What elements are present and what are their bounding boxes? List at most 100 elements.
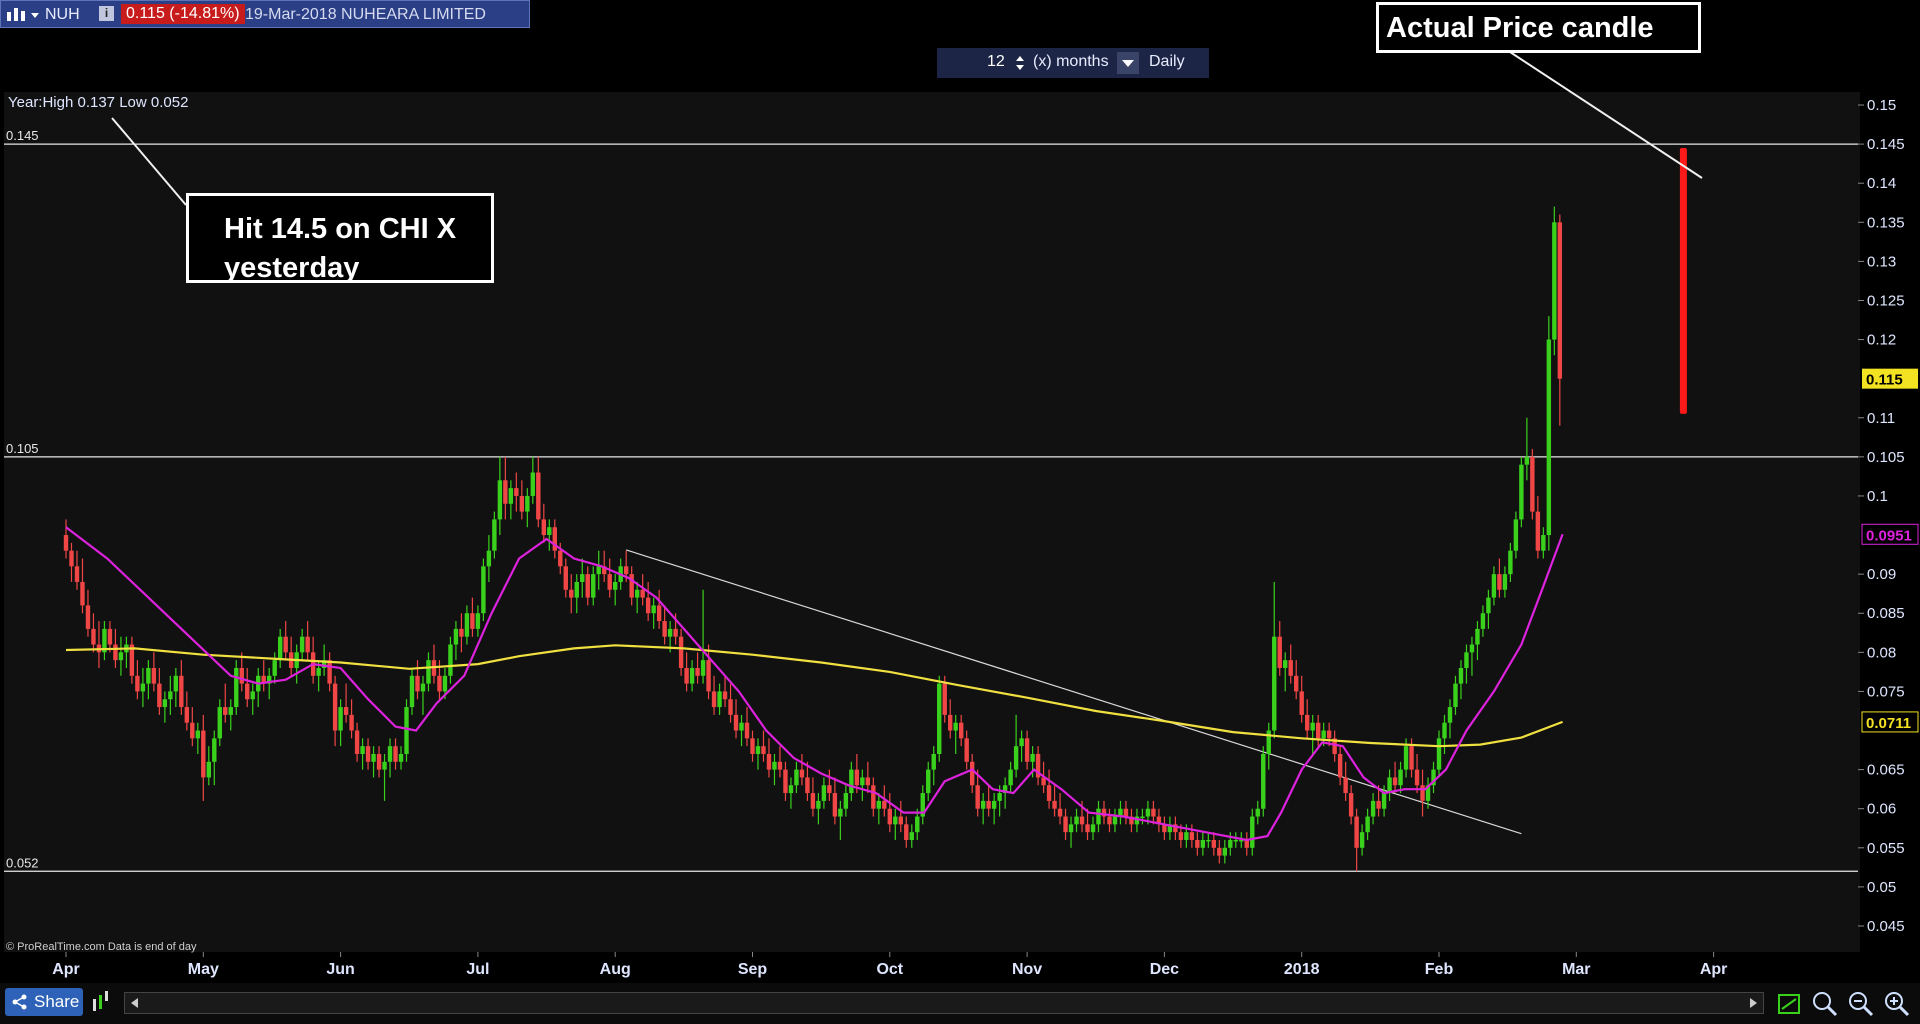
candle-body-160: [942, 683, 947, 715]
candle-body-216: [1250, 816, 1255, 848]
candle-body-129: [772, 761, 777, 770]
candle-body-220: [1272, 636, 1277, 731]
candle-body-65: [420, 683, 426, 692]
candle-body-56: [371, 753, 376, 762]
candle-body-25: [201, 730, 206, 778]
candle-body-163: [958, 722, 964, 739]
candle-body-253: [1453, 683, 1458, 708]
candle-body-188: [1096, 808, 1101, 825]
candle-body-88: [547, 527, 552, 536]
candle-body-68: [437, 675, 442, 692]
candle-body-262: [1502, 574, 1508, 590]
candle-body-226: [1304, 714, 1310, 731]
candle-body-119: [717, 691, 722, 708]
zoom-in-icon[interactable]: [1882, 989, 1910, 1017]
zoom-fit-icon[interactable]: [1810, 989, 1838, 1017]
candle-body-62: [404, 707, 409, 754]
credit-text: © ProRealTime.com Data is end of day: [6, 941, 197, 953]
candle-body-164: [964, 738, 969, 762]
candle-body-87: [541, 519, 547, 536]
candle-body-250: [1436, 738, 1442, 770]
candle-body-76: [481, 566, 486, 614]
candle-body-44: [305, 636, 310, 653]
candle-body-106: [645, 597, 651, 614]
x-tick-label-12: Apr: [1700, 961, 1728, 978]
candle-body-22: [184, 707, 190, 723]
candle-body-255: [1464, 652, 1469, 668]
candle-body-113: [684, 667, 689, 684]
candle-body-168: [986, 800, 991, 809]
scroll-right-icon[interactable]: [1747, 997, 1759, 1009]
candle-body-139: [827, 785, 832, 794]
candle-body-167: [980, 800, 986, 809]
candle-body-170: [997, 793, 1002, 801]
candle-body-39: [277, 636, 283, 661]
y-tick-label-17: 0.13: [1867, 253, 1896, 270]
candle-body-59: [387, 746, 393, 762]
y-tick-label-0: 0.045: [1867, 918, 1905, 935]
y-tick-label-7: 0.08: [1867, 644, 1896, 661]
share-button[interactable]: Share: [5, 988, 83, 1016]
bottom-toolbar: Share: [0, 983, 1920, 1024]
hline-label-2: 0.052: [6, 855, 39, 870]
candle-body-256: [1469, 644, 1475, 653]
candle-body-50: [338, 707, 343, 731]
chart-window-icon[interactable]: [1776, 989, 1804, 1017]
candle-body-215: [1244, 839, 1249, 848]
candle-body-136: [810, 793, 816, 809]
candle-body-251: [1442, 722, 1447, 739]
y-tick-label-9: 0.09: [1867, 566, 1896, 583]
candle-body-172: [1008, 769, 1013, 786]
candle-body-14: [140, 683, 146, 692]
candle-body-266: [1524, 456, 1530, 465]
candle-body-132: [788, 785, 794, 794]
candle-body-66: [426, 660, 431, 684]
candle-body-222: [1283, 660, 1288, 668]
candle-body-247: [1420, 785, 1425, 801]
annotation-actual-candle-label: Actual Price candle: [1386, 12, 1654, 44]
candle-body-152: [898, 816, 903, 825]
candle-body-75: [475, 613, 481, 629]
candle-body-238: [1370, 800, 1376, 817]
candle-body-153: [904, 824, 909, 840]
zoom-out-icon[interactable]: [1846, 989, 1874, 1017]
candle-body-196: [1140, 816, 1145, 819]
candle-body-209: [1211, 839, 1217, 848]
candle-body-99: [607, 574, 612, 590]
candle-body-63: [409, 675, 415, 708]
candle-body-4: [85, 605, 91, 629]
candle-body-51: [343, 707, 349, 715]
share-icon: [12, 994, 27, 1010]
candle-body-147: [871, 785, 876, 809]
candle-body-18: [162, 699, 168, 708]
candle-body-30: [228, 707, 233, 715]
y-tick-label-12: 0.105: [1867, 449, 1905, 466]
candles: [63, 206, 1563, 872]
candle-body-151: [893, 816, 898, 825]
y-tick-label-8: 0.085: [1867, 605, 1905, 622]
candle-body-58: [382, 761, 387, 770]
candle-body-100: [613, 581, 618, 590]
scroll-left-icon[interactable]: [129, 997, 141, 1009]
chart-scrollbar[interactable]: [124, 992, 1764, 1014]
trendline: [626, 549, 1522, 835]
candle-body-258: [1480, 613, 1486, 629]
candle-body-40: [283, 636, 288, 653]
candle-body-185: [1079, 816, 1085, 825]
candle-body-8: [107, 628, 113, 645]
indicator-icon[interactable]: [90, 989, 116, 1017]
candle-body-161: [948, 714, 953, 731]
candle-body-186: [1085, 824, 1090, 833]
candle-body-203: [1178, 832, 1184, 840]
candle-body-243: [1398, 769, 1403, 786]
candle-body-207: [1200, 839, 1206, 848]
candle-body-10: [118, 652, 124, 661]
candle-body-154: [909, 832, 914, 840]
candle-body-257: [1475, 628, 1480, 645]
candle-body-235: [1354, 816, 1359, 848]
candle-body-81: [508, 488, 514, 504]
price-tag-label-0: 0.115: [1866, 372, 1903, 389]
candle-body-146: [865, 777, 871, 786]
candle-body-142: [843, 793, 849, 809]
candle-body-162: [953, 722, 958, 731]
